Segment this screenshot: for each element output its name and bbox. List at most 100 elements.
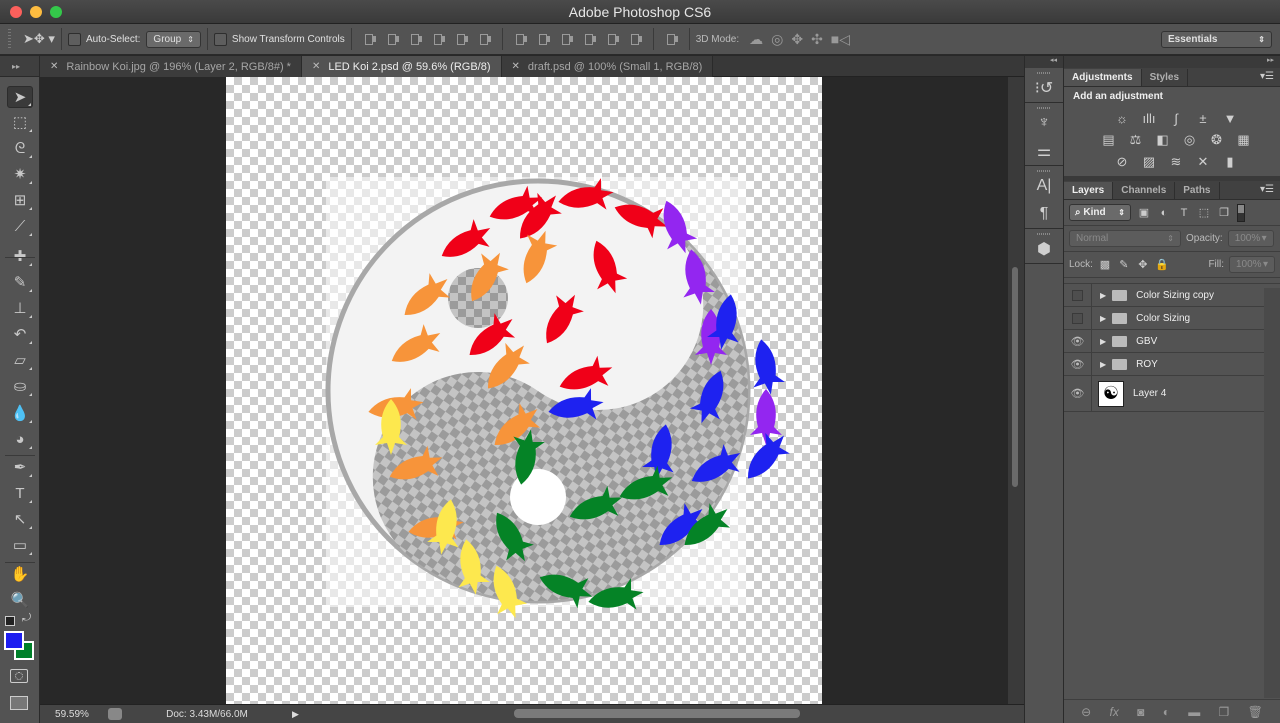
- curves-icon[interactable]: ∫: [1167, 110, 1185, 126]
- move-tool[interactable]: ➤: [7, 86, 33, 108]
- history-panel-icon[interactable]: ⁝↺: [1025, 74, 1063, 102]
- lock-transparent-pixels-icon[interactable]: ▩: [1098, 258, 1112, 272]
- distribute-left-edges-icon[interactable]: [582, 31, 597, 47]
- lock-all-icon[interactable]: 🔒: [1155, 258, 1169, 272]
- eyedropper-tool[interactable]: ⟋: [7, 215, 33, 237]
- layer-style-fx-icon[interactable]: fx: [1110, 705, 1119, 719]
- new-adjustment-layer-icon[interactable]: ◐: [1163, 705, 1170, 719]
- filter-smart-objects-icon[interactable]: ❐: [1217, 206, 1231, 220]
- expand-group-icon[interactable]: ▶: [1100, 314, 1106, 323]
- photo-filter-icon[interactable]: ◎: [1181, 132, 1199, 148]
- posterize-icon[interactable]: ▨: [1140, 154, 1158, 170]
- dodge-tool[interactable]: ◕: [7, 428, 33, 450]
- new-group-icon[interactable]: ▬: [1188, 705, 1200, 719]
- lock-position-icon[interactable]: ✥: [1136, 258, 1150, 272]
- document-canvas[interactable]: [226, 77, 822, 704]
- channel-mixer-icon[interactable]: ❂: [1208, 132, 1226, 148]
- distribute-top-edges-icon[interactable]: [513, 31, 528, 47]
- 3d-scale-icon[interactable]: ■◁: [831, 31, 850, 48]
- 3d-panel-icon[interactable]: ⬢: [1025, 235, 1063, 263]
- align-top-edges-icon[interactable]: [362, 31, 377, 47]
- layer-row[interactable]: 👁 ☯ Layer 4: [1064, 376, 1264, 412]
- filter-adjustment-layers-icon[interactable]: ◐: [1157, 206, 1171, 220]
- align-vertical-centers-icon[interactable]: [385, 31, 400, 47]
- opacity-field[interactable]: 100% ▾: [1227, 230, 1274, 247]
- magic-wand-tool[interactable]: ✷: [7, 163, 33, 185]
- layer-row[interactable]: ▶ Color Sizing copy: [1064, 284, 1264, 307]
- filter-shape-layers-icon[interactable]: ⬚: [1197, 206, 1211, 220]
- close-tab-icon[interactable]: ✕: [512, 61, 520, 72]
- eye-icon[interactable]: 👁: [1071, 358, 1085, 371]
- distribute-bottom-edges-icon[interactable]: [559, 31, 574, 47]
- color-balance-icon[interactable]: ⚖: [1127, 132, 1145, 148]
- auto-select-checkbox[interactable]: [67, 32, 81, 46]
- document-tab[interactable]: ✕ Rainbow Koi.jpg @ 196% (Layer 2, RGB/8#…: [40, 56, 302, 77]
- align-left-edges-icon[interactable]: [431, 31, 446, 47]
- layers-scrollbar[interactable]: [1264, 288, 1280, 698]
- eraser-tool[interactable]: ▱: [7, 349, 33, 371]
- canvas-area[interactable]: [40, 77, 1024, 704]
- spot-healing-tool[interactable]: ✚: [7, 245, 33, 267]
- exposure-icon[interactable]: ±: [1194, 110, 1212, 126]
- close-tab-icon[interactable]: ✕: [312, 61, 320, 72]
- brush-presets-icon[interactable]: ♆: [1025, 109, 1063, 137]
- visibility-toggle[interactable]: [1072, 289, 1083, 301]
- zoom-tool[interactable]: 🔍: [7, 589, 33, 611]
- crop-tool[interactable]: ⊞: [7, 189, 33, 211]
- 3d-orbit-icon[interactable]: ☁: [749, 31, 763, 48]
- document-tab[interactable]: ✕ LED Koi 2.psd @ 59.6% (RGB/8): [301, 56, 502, 77]
- blend-mode-dropdown[interactable]: Normal ⇕: [1069, 230, 1181, 247]
- expand-group-icon[interactable]: ▶: [1100, 360, 1106, 369]
- vertical-scrollbar-track[interactable]: [1008, 77, 1024, 704]
- new-layer-icon[interactable]: ❐: [1219, 705, 1230, 719]
- layer-row[interactable]: 👁 ▶ GBV: [1064, 330, 1264, 353]
- color-lookup-icon[interactable]: ▦: [1235, 132, 1253, 148]
- minimize-window-button[interactable]: [30, 6, 42, 18]
- layer-filter-kind-dropdown[interactable]: ⌕ Kind ⇕: [1069, 204, 1131, 221]
- foreground-color-swatch[interactable]: [4, 631, 24, 650]
- horizontal-scrollbar-thumb[interactable]: [514, 709, 800, 718]
- type-tool[interactable]: T: [7, 482, 33, 504]
- expand-group-icon[interactable]: ▶: [1100, 291, 1106, 300]
- default-colors-icon[interactable]: [5, 616, 15, 626]
- brush-tool[interactable]: ✎: [7, 271, 33, 293]
- delete-layer-icon[interactable]: 🗑: [1248, 705, 1263, 719]
- brightness-contrast-icon[interactable]: ☼: [1113, 110, 1131, 126]
- 3d-slide-icon[interactable]: ✣: [811, 31, 823, 48]
- auto-align-layers-icon[interactable]: [664, 31, 679, 47]
- document-tab[interactable]: ✕ draft.psd @ 100% (Small 1, RGB/8): [501, 56, 714, 77]
- workspace-dropdown[interactable]: Essentials ⇕: [1161, 30, 1272, 48]
- add-mask-icon[interactable]: ◙: [1137, 705, 1144, 719]
- history-brush-tool[interactable]: ↶: [7, 323, 33, 345]
- status-menu-arrow-icon[interactable]: ▶: [292, 709, 299, 720]
- paint-bucket-tool[interactable]: ⛀: [7, 375, 33, 397]
- status-info-icon[interactable]: [108, 708, 122, 720]
- selective-color-icon[interactable]: ✕: [1194, 154, 1212, 170]
- rectangle-tool[interactable]: ▭: [7, 534, 33, 556]
- vertical-scrollbar-thumb[interactable]: [1012, 267, 1018, 487]
- swap-colors-icon[interactable]: ⤾: [22, 612, 31, 625]
- tools-panel-collapse[interactable]: ▸▸: [0, 56, 39, 77]
- marquee-tool[interactable]: ⬚: [7, 111, 33, 133]
- tab-channels[interactable]: Channels: [1113, 182, 1176, 199]
- close-tab-icon[interactable]: ✕: [50, 61, 58, 72]
- distribute-horizontal-centers-icon[interactable]: [605, 31, 620, 47]
- expand-group-icon[interactable]: ▶: [1100, 337, 1106, 346]
- adjustments-panel-menu-icon[interactable]: ▾☰: [1260, 71, 1274, 82]
- eye-icon[interactable]: 👁: [1071, 335, 1085, 348]
- dock-collapse-toggle[interactable]: ◂◂: [1025, 56, 1063, 68]
- layer-row[interactable]: ▶ Color Sizing: [1064, 307, 1264, 330]
- tab-paths[interactable]: Paths: [1175, 182, 1220, 199]
- distribute-right-edges-icon[interactable]: [628, 31, 643, 47]
- link-layers-icon[interactable]: ⊖: [1081, 705, 1091, 719]
- close-window-button[interactable]: [10, 6, 22, 18]
- filter-pixel-layers-icon[interactable]: ▣: [1137, 206, 1151, 220]
- visibility-toggle[interactable]: [1072, 312, 1083, 324]
- clone-stamp-tool[interactable]: ⊥: [7, 297, 33, 319]
- align-bottom-edges-icon[interactable]: [408, 31, 423, 47]
- blur-tool[interactable]: 💧: [7, 402, 33, 424]
- lasso-tool[interactable]: ᘓ: [7, 137, 33, 159]
- move-tool-preset-icon[interactable]: ➤✥ ▾: [23, 31, 55, 47]
- show-transform-checkbox[interactable]: [213, 32, 227, 46]
- lock-image-pixels-icon[interactable]: ✎: [1117, 258, 1131, 272]
